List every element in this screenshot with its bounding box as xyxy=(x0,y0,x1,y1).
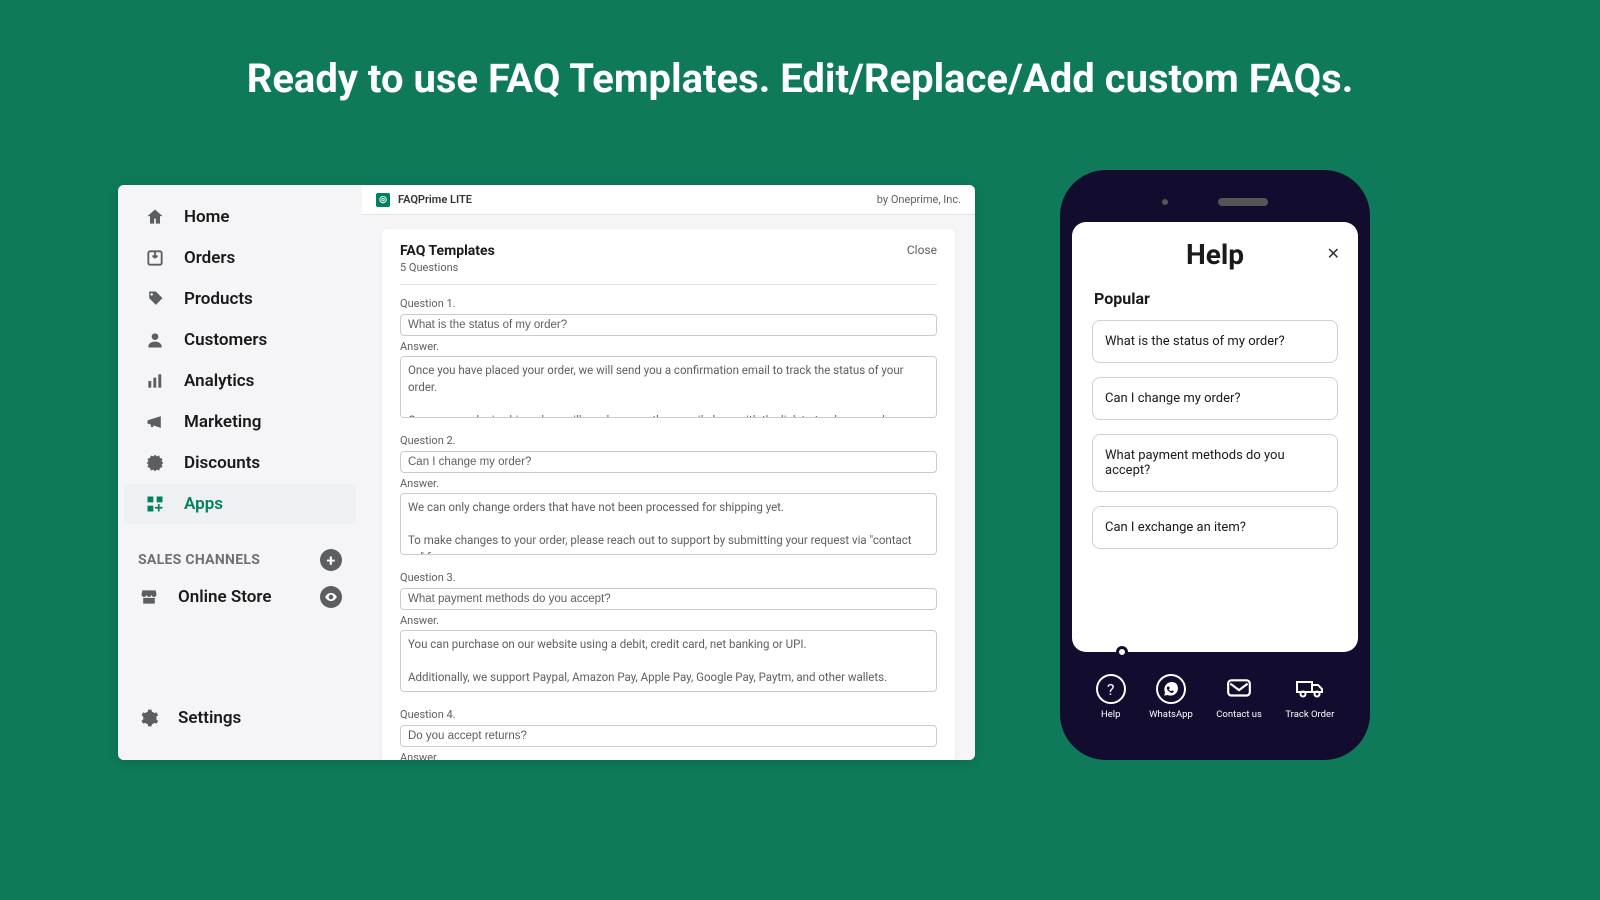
sidebar: Home Orders Products Customers Analytics xyxy=(118,185,362,760)
question-input[interactable] xyxy=(400,725,937,747)
bot-label: Help xyxy=(1101,709,1120,720)
sidebar-item-label: Marketing xyxy=(184,412,261,432)
app-title: FAQPrime LITE xyxy=(398,193,472,206)
settings-label: Settings xyxy=(178,708,241,728)
sidebar-item-label: Analytics xyxy=(184,371,254,391)
sidebar-item-label: Customers xyxy=(184,330,267,350)
sidebar-item-label: Apps xyxy=(184,494,223,514)
bot-label: Track Order xyxy=(1285,709,1334,720)
sales-channels-header: SALES CHANNELS + xyxy=(118,539,362,577)
bot-label: Contact us xyxy=(1216,709,1262,720)
section-label: SALES CHANNELS xyxy=(138,552,260,568)
answer-label: Answer. xyxy=(400,340,937,353)
sidebar-item-online-store[interactable]: Online Store xyxy=(118,577,362,617)
question-input[interactable] xyxy=(400,588,937,610)
card-title: FAQ Templates xyxy=(400,243,495,259)
question-label: Question 2. xyxy=(400,434,937,447)
tag-icon xyxy=(144,288,166,310)
question-input[interactable] xyxy=(400,314,937,336)
bot-label: WhatsApp xyxy=(1149,709,1193,720)
question-label: Question 1. xyxy=(400,297,937,310)
sidebar-item-marketing[interactable]: Marketing xyxy=(124,402,356,442)
close-button[interactable]: Close xyxy=(907,243,937,257)
sidebar-item-label: Products xyxy=(184,289,253,309)
faq-item[interactable]: Can I exchange an item? xyxy=(1092,506,1338,549)
home-icon xyxy=(144,206,166,228)
answer-label: Answer. xyxy=(400,751,937,760)
sidebar-item-discounts[interactable]: Discounts xyxy=(124,443,356,483)
close-icon[interactable]: ✕ xyxy=(1327,244,1340,263)
answer-label: Answer. xyxy=(400,477,937,490)
whatsapp-icon xyxy=(1156,674,1186,704)
help-title: Help xyxy=(1186,238,1244,271)
popular-heading: Popular xyxy=(1094,289,1336,308)
megaphone-icon xyxy=(144,411,166,433)
question-block-3: Question 3. Answer. xyxy=(400,571,937,696)
vendor-label: by Oneprime, Inc. xyxy=(877,193,961,206)
question-block-4: Question 4. Answer. xyxy=(400,708,937,760)
page-headline: Ready to use FAQ Templates. Edit/Replace… xyxy=(0,0,1600,102)
sidebar-item-home[interactable]: Home xyxy=(124,197,356,237)
phone-mockup: Help ✕ Popular What is the status of my … xyxy=(1060,170,1370,760)
main-panel: ◎ FAQPrime LITE by Oneprime, Inc. FAQ Te… xyxy=(362,185,975,760)
sidebar-item-products[interactable]: Products xyxy=(124,279,356,319)
faq-item[interactable]: Can I change my order? xyxy=(1092,377,1338,420)
sidebar-item-apps[interactable]: Apps xyxy=(124,484,356,524)
gear-icon xyxy=(138,707,160,729)
question-input[interactable] xyxy=(400,451,937,473)
bottom-nav-track[interactable]: Track Order xyxy=(1285,674,1334,720)
app-bar: ◎ FAQPrime LITE by Oneprime, Inc. xyxy=(362,185,975,215)
speaker-icon xyxy=(1218,198,1268,206)
phone-notch xyxy=(1072,182,1358,222)
sidebar-item-label: Discounts xyxy=(184,453,260,473)
card-subtitle: 5 Questions xyxy=(400,261,495,274)
answer-textarea[interactable] xyxy=(400,493,937,555)
indicator-dot-icon xyxy=(1116,646,1128,658)
faq-templates-card: FAQ Templates 5 Questions Close Question… xyxy=(382,229,955,760)
bottom-nav-help[interactable]: ? Help xyxy=(1096,674,1126,720)
faq-item[interactable]: What payment methods do you accept? xyxy=(1092,434,1338,492)
mail-icon xyxy=(1224,674,1254,704)
question-label: Question 3. xyxy=(400,571,937,584)
apps-icon xyxy=(144,493,166,515)
answer-label: Answer. xyxy=(400,614,937,627)
faq-item[interactable]: What is the status of my order? xyxy=(1092,320,1338,363)
sidebar-item-analytics[interactable]: Analytics xyxy=(124,361,356,401)
store-icon xyxy=(138,586,160,608)
question-block-1: Question 1. Answer. xyxy=(400,297,937,422)
inbox-icon xyxy=(144,247,166,269)
phone-bottom-nav: ? Help WhatsApp Contact us Track Order xyxy=(1072,652,1358,742)
question-label: Question 4. xyxy=(400,708,937,721)
person-icon xyxy=(144,329,166,351)
app-window: Home Orders Products Customers Analytics xyxy=(118,185,975,760)
camera-dot-icon xyxy=(1162,199,1168,205)
sidebar-item-customers[interactable]: Customers xyxy=(124,320,356,360)
app-logo-icon: ◎ xyxy=(376,193,390,207)
add-channel-button[interactable]: + xyxy=(320,549,342,571)
discount-icon xyxy=(144,452,166,474)
sidebar-item-label: Home xyxy=(184,207,230,227)
truck-icon xyxy=(1295,674,1325,704)
phone-screen: Help ✕ Popular What is the status of my … xyxy=(1072,222,1358,652)
answer-textarea[interactable] xyxy=(400,356,937,418)
content-area: FAQ Templates 5 Questions Close Question… xyxy=(362,215,975,760)
answer-textarea[interactable] xyxy=(400,630,937,692)
bottom-nav-whatsapp[interactable]: WhatsApp xyxy=(1149,674,1193,720)
help-icon: ? xyxy=(1096,674,1126,704)
bars-icon xyxy=(144,370,166,392)
bottom-nav-contact[interactable]: Contact us xyxy=(1216,674,1262,720)
sidebar-item-settings[interactable]: Settings xyxy=(118,698,362,738)
question-block-2: Question 2. Answer. xyxy=(400,434,937,559)
view-store-button[interactable] xyxy=(320,586,342,608)
channel-label: Online Store xyxy=(178,587,272,607)
sidebar-item-orders[interactable]: Orders xyxy=(124,238,356,278)
sidebar-item-label: Orders xyxy=(184,248,235,268)
